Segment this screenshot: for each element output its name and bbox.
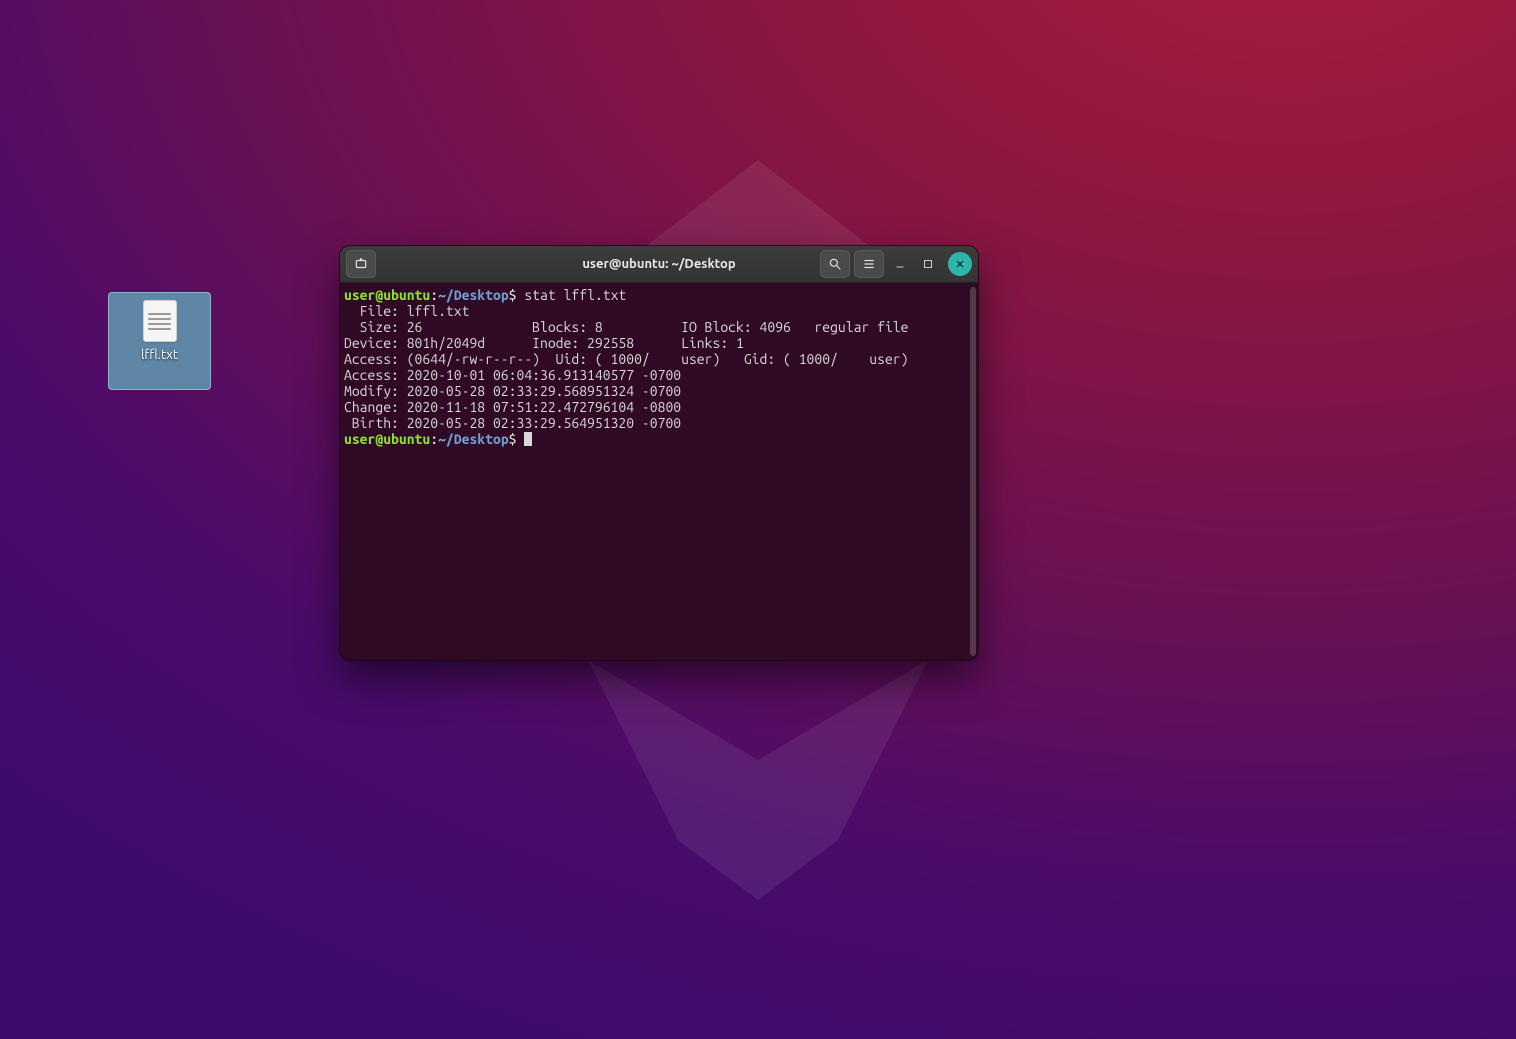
maximize-button[interactable] [916, 252, 940, 276]
prompt-symbol: $ [509, 287, 517, 303]
search-button[interactable] [820, 250, 850, 278]
terminal-body[interactable]: user@ubuntu:~/Desktop$ stat lffl.txt Fil… [340, 283, 978, 660]
prompt-path: ~/Desktop [438, 287, 509, 303]
prompt-user-host: user@ubuntu [344, 287, 430, 303]
desktop[interactable]: lffl.txt user@ubuntu: ~/Desktop [0, 0, 1516, 1039]
desktop-icon-lffl[interactable]: lffl.txt [108, 292, 211, 390]
prompt-symbol-2: $ [509, 431, 517, 447]
close-button[interactable] [948, 252, 972, 276]
text-file-icon [143, 300, 177, 342]
stat-line-device: Device: 801h/2049d Inode: 292558 Links: … [344, 335, 744, 351]
terminal-scrollbar[interactable] [970, 287, 976, 656]
menu-button[interactable] [854, 250, 884, 278]
entered-command: stat lffl.txt [524, 287, 626, 303]
stat-line-perm: Access: (0644/-rw-r--r--) Uid: ( 1000/ u… [344, 351, 908, 367]
terminal-titlebar[interactable]: user@ubuntu: ~/Desktop [340, 246, 978, 283]
minimize-button[interactable] [888, 252, 912, 276]
terminal-window[interactable]: user@ubuntu: ~/Desktop user@ubuntu:~/Des… [340, 246, 978, 660]
stat-line-birth: Birth: 2020-05-28 02:33:29.564951320 -07… [344, 415, 681, 431]
stat-line-access: Access: 2020-10-01 06:04:36.913140577 -0… [344, 367, 681, 383]
stat-line-size: Size: 26 Blocks: 8 IO Block: 4096 regula… [344, 319, 908, 335]
prompt-user-host-2: user@ubuntu [344, 431, 430, 447]
prompt-path-2: ~/Desktop [438, 431, 509, 447]
stat-line-change: Change: 2020-11-18 07:51:22.472796104 -0… [344, 399, 681, 415]
desktop-icon-label: lffl.txt [141, 348, 178, 362]
new-tab-button[interactable] [346, 250, 376, 278]
stat-line-modify: Modify: 2020-05-28 02:33:29.568951324 -0… [344, 383, 681, 399]
terminal-cursor [524, 432, 532, 446]
stat-line-file: File: lffl.txt [344, 303, 469, 319]
